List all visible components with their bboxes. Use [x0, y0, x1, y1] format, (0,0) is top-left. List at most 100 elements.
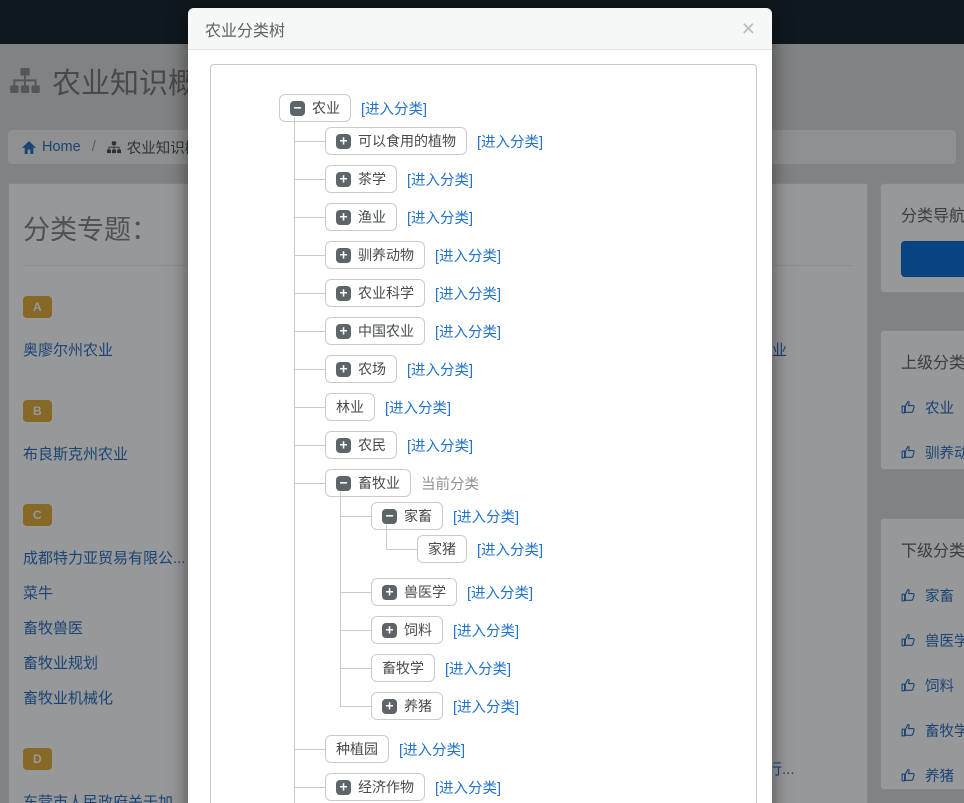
tree-node-box[interactable]: + 农民 [325, 431, 397, 459]
tree-node-box[interactable]: −畜牧业 [325, 469, 411, 497]
tree-node-row: + 驯养动物 [进入分类] [325, 241, 756, 269]
tree-node-label: 养猪 [404, 696, 432, 716]
tree-node: −农业[进入分类]+可以食用的植物[进入分类]+茶学[进入分类]+渔业[进入分类… [279, 89, 756, 803]
tree-node-row: + 养猪 [进入分类] [371, 692, 756, 720]
enter-category-link[interactable]: [进入分类] [407, 207, 473, 228]
enter-category-link[interactable]: [进入分类] [477, 131, 543, 152]
tree-node-row: 畜牧学 [进入分类] [371, 654, 756, 682]
tree-node-label: 农业科学 [358, 283, 414, 303]
tree-node-label: 饲料 [404, 620, 432, 640]
enter-category-link[interactable]: [进入分类] [453, 696, 519, 717]
tree-node-label: 农民 [358, 435, 386, 455]
expand-icon[interactable]: + [336, 362, 351, 377]
tree-node-row: + 可以食用的植物 [进入分类] [325, 127, 756, 155]
collapse-icon[interactable]: − [382, 509, 397, 524]
enter-category-link[interactable]: [进入分类] [407, 169, 473, 190]
tree-node: +茶学 [进入分类] [325, 160, 756, 198]
tree-node: 林业 [进入分类] [325, 388, 756, 426]
tree-container: −农业[进入分类]+可以食用的植物[进入分类]+茶学[进入分类]+渔业[进入分类… [210, 64, 757, 803]
tree-node-box[interactable]: + 中国农业 [325, 317, 425, 345]
tree-node-label: 兽医学 [404, 582, 446, 602]
enter-category-link[interactable]: [进入分类] [361, 98, 427, 119]
expand-icon[interactable]: + [382, 623, 397, 638]
enter-category-link[interactable]: [进入分类] [453, 506, 519, 527]
tree-node-label: 农业 [312, 98, 340, 118]
tree-node-box[interactable]: + 饲料 [371, 616, 443, 644]
tree-node-box[interactable]: 种植园 [325, 735, 389, 763]
tree-node-box[interactable]: 林业 [325, 393, 375, 421]
tree-node-box[interactable]: 畜牧学 [371, 654, 435, 682]
enter-category-link[interactable]: [进入分类] [407, 435, 473, 456]
tree-node-label: 家猪 [428, 539, 456, 559]
expand-icon[interactable]: + [336, 286, 351, 301]
tree-node: + 兽医学 [进入分类] [371, 573, 756, 611]
expand-icon[interactable]: + [382, 699, 397, 714]
tree-node-box[interactable]: + 可以食用的植物 [325, 127, 467, 155]
tree-node-row: +农场 [进入分类] [325, 355, 756, 383]
tree-node: +农场 [进入分类] [325, 350, 756, 388]
tree-node-row: + 农民 [进入分类] [325, 431, 756, 459]
enter-category-link[interactable]: [进入分类] [385, 397, 451, 418]
expand-icon[interactable]: + [336, 134, 351, 149]
expand-icon[interactable]: + [336, 248, 351, 263]
tree-node-label: 驯养动物 [358, 245, 414, 265]
expand-icon[interactable]: + [336, 210, 351, 225]
enter-category-link[interactable]: [进入分类] [445, 658, 511, 679]
tree-node-label: 畜牧学 [382, 658, 424, 678]
tree-node-label: 经济作物 [358, 777, 414, 797]
expand-icon[interactable]: + [336, 172, 351, 187]
tree-node: + 农业科学 [进入分类] [325, 274, 756, 312]
expand-icon[interactable]: + [336, 780, 351, 795]
enter-category-link[interactable]: [进入分类] [435, 321, 501, 342]
tree-node-box[interactable]: + 农业科学 [325, 279, 425, 307]
category-tree: −农业[进入分类]+可以食用的植物[进入分类]+茶学[进入分类]+渔业[进入分类… [279, 89, 756, 803]
enter-category-link[interactable]: [进入分类] [477, 539, 543, 560]
modal-title: 农业分类树 [205, 17, 285, 41]
tree-node-row: −畜牧业当前分类 [325, 469, 756, 497]
enter-category-link[interactable]: [进入分类] [467, 582, 533, 603]
enter-category-link[interactable]: [进入分类] [435, 245, 501, 266]
tree-node-row: −农业 [进入分类] [279, 94, 756, 122]
tree-node: + 经济作物 [进入分类] [325, 768, 756, 803]
enter-category-link[interactable]: [进入分类] [435, 777, 501, 798]
collapse-icon[interactable]: − [336, 476, 351, 491]
enter-category-link[interactable]: [进入分类] [407, 359, 473, 380]
tree-node-label: 渔业 [358, 207, 386, 227]
modal-header: 农业分类树 × [188, 8, 772, 50]
expand-icon[interactable]: + [336, 438, 351, 453]
tree-node-box[interactable]: + 经济作物 [325, 773, 425, 801]
tree-node-box[interactable]: 家猪 [417, 535, 467, 563]
tree-node-label: 林业 [336, 397, 364, 417]
tree-node-row: + 兽医学 [进入分类] [371, 578, 756, 606]
tree-children: + 可以食用的植物 [进入分类] +茶学 [进入分类] + 渔业 [进入分类] + 驯养动物 [进入… [279, 122, 756, 803]
tree-node: + 可以食用的植物 [进入分类] [325, 122, 756, 160]
tree-node-box[interactable]: + 兽医学 [371, 578, 457, 606]
tree-node-box[interactable]: +茶学 [325, 165, 397, 193]
tree-node-label: 家畜 [404, 506, 432, 526]
tree-node-box[interactable]: + 渔业 [325, 203, 397, 231]
tree-node-label: 种植园 [336, 739, 378, 759]
tree-node-box[interactable]: +农场 [325, 355, 397, 383]
tree-node-box[interactable]: −家畜 [371, 502, 443, 530]
tree-node-box[interactable]: + 驯养动物 [325, 241, 425, 269]
tree-node: 种植园 [进入分类] [325, 730, 756, 768]
collapse-icon[interactable]: − [290, 101, 305, 116]
tree-node-row: + 农业科学 [进入分类] [325, 279, 756, 307]
expand-icon[interactable]: + [336, 324, 351, 339]
expand-icon[interactable]: + [382, 585, 397, 600]
tree-node: 家猪 [进入分类] [417, 530, 756, 568]
tree-node-box[interactable]: −农业 [279, 94, 351, 122]
enter-category-link[interactable]: [进入分类] [435, 283, 501, 304]
enter-category-link[interactable]: [进入分类] [453, 620, 519, 641]
tree-node-row: + 经济作物 [进入分类] [325, 773, 756, 801]
tree-node-label: 畜牧业 [358, 473, 400, 493]
tree-node-label: 中国农业 [358, 321, 414, 341]
enter-category-link[interactable]: [进入分类] [399, 739, 465, 760]
tree-node-row: 林业 [进入分类] [325, 393, 756, 421]
tree-node: + 养猪 [进入分类] [371, 687, 756, 725]
tree-node-label: 可以食用的植物 [358, 131, 456, 151]
application-window: 农业知识概览 Home / 农业知识概览 分类专题： A奥廖尔州农业B布良斯克州… [0, 0, 964, 803]
tree-node-box[interactable]: + 养猪 [371, 692, 443, 720]
tree-children: 家猪 [进入分类] [371, 530, 756, 568]
close-icon[interactable]: × [742, 17, 755, 40]
